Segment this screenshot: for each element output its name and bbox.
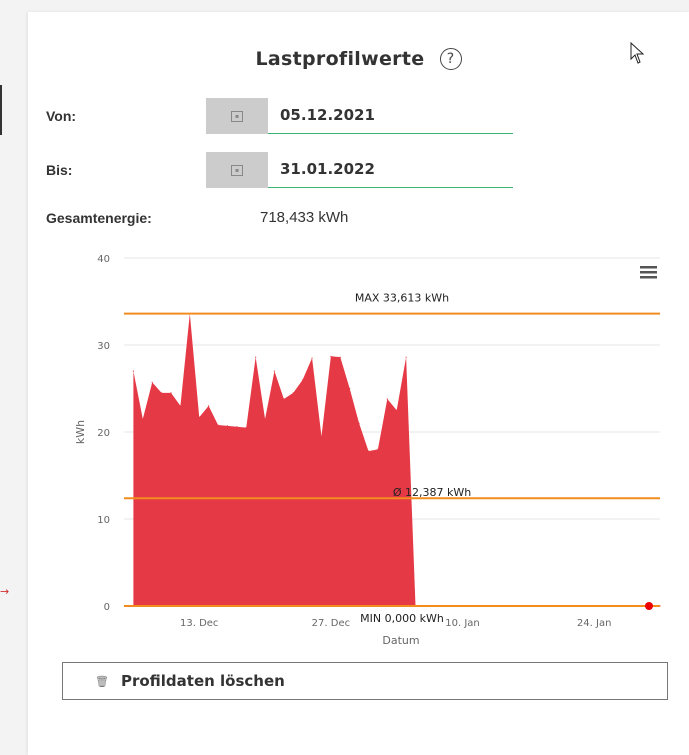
- data-point: [396, 409, 398, 411]
- menu-bar: [640, 271, 657, 274]
- data-point: [339, 356, 341, 358]
- data-point: [302, 379, 304, 381]
- reference-line-label: MAX 33,613 kWh: [355, 292, 449, 305]
- data-point: [349, 387, 351, 390]
- menu-bar: [640, 266, 657, 269]
- y-tick-label: 30: [97, 341, 110, 352]
- reference-line-label: Ø 12,387 kWh: [393, 486, 471, 499]
- reference-line-label: MIN 0,000 kWh: [360, 612, 444, 625]
- data-point: [330, 355, 332, 357]
- data-point: [198, 416, 200, 418]
- data-point: [142, 418, 144, 420]
- x-tick-label: 27. Dec: [312, 618, 350, 629]
- data-point: [179, 405, 182, 407]
- x-tick-label: 10. Jan: [445, 618, 480, 629]
- load-profile-chart: 0 10 20 30 40 MAX 33,613 kWh Ø 12,387 kWh MIN 0…: [74, 254, 661, 647]
- data-point: [311, 357, 313, 359]
- data-point: [255, 356, 257, 358]
- arrow-marker-icon: →: [0, 585, 10, 598]
- data-point: [292, 392, 294, 394]
- data-point: [245, 427, 247, 429]
- data-point: [236, 426, 238, 428]
- y-tick-label: 20: [97, 428, 110, 439]
- left-edge-line: [0, 85, 2, 135]
- x-tick-label: 13. Dec: [180, 618, 218, 629]
- y-tick-label: 40: [97, 254, 110, 265]
- x-axis-title: Datum: [382, 634, 419, 647]
- data-point: [377, 448, 379, 450]
- energy-area-series: [133, 313, 660, 606]
- delete-profile-label: Profildaten löschen: [120, 672, 285, 690]
- data-point: [264, 418, 266, 420]
- y-tick-label: 10: [97, 515, 110, 526]
- load-profile-panel: Lastprofilwerte ? Von: ▪ 05.12.2021 Bis:…: [28, 12, 689, 755]
- y-tick-label: 0: [104, 602, 110, 613]
- data-point: [386, 398, 388, 400]
- last-point-marker: [645, 602, 653, 610]
- delete-profile-button[interactable]: 🗑 Profildaten löschen: [62, 662, 668, 700]
- data-point: [283, 398, 285, 400]
- trash-icon: 🗑: [95, 674, 109, 688]
- menu-bar: [640, 276, 657, 279]
- data-point: [367, 450, 370, 452]
- data-point: [358, 422, 360, 424]
- data-point: [161, 392, 163, 394]
- data-point: [217, 424, 219, 426]
- data-point: [320, 435, 323, 437]
- y-axis-title: kWh: [74, 420, 87, 444]
- data-point: [170, 392, 172, 394]
- data-point: [151, 381, 153, 384]
- data-point: [208, 405, 210, 407]
- chart-menu-icon[interactable]: [640, 266, 657, 279]
- data-point: [405, 356, 407, 358]
- x-tick-label: 24. Jan: [577, 618, 612, 629]
- data-point: [273, 370, 276, 372]
- data-point: [226, 425, 229, 427]
- data-point: [132, 370, 135, 372]
